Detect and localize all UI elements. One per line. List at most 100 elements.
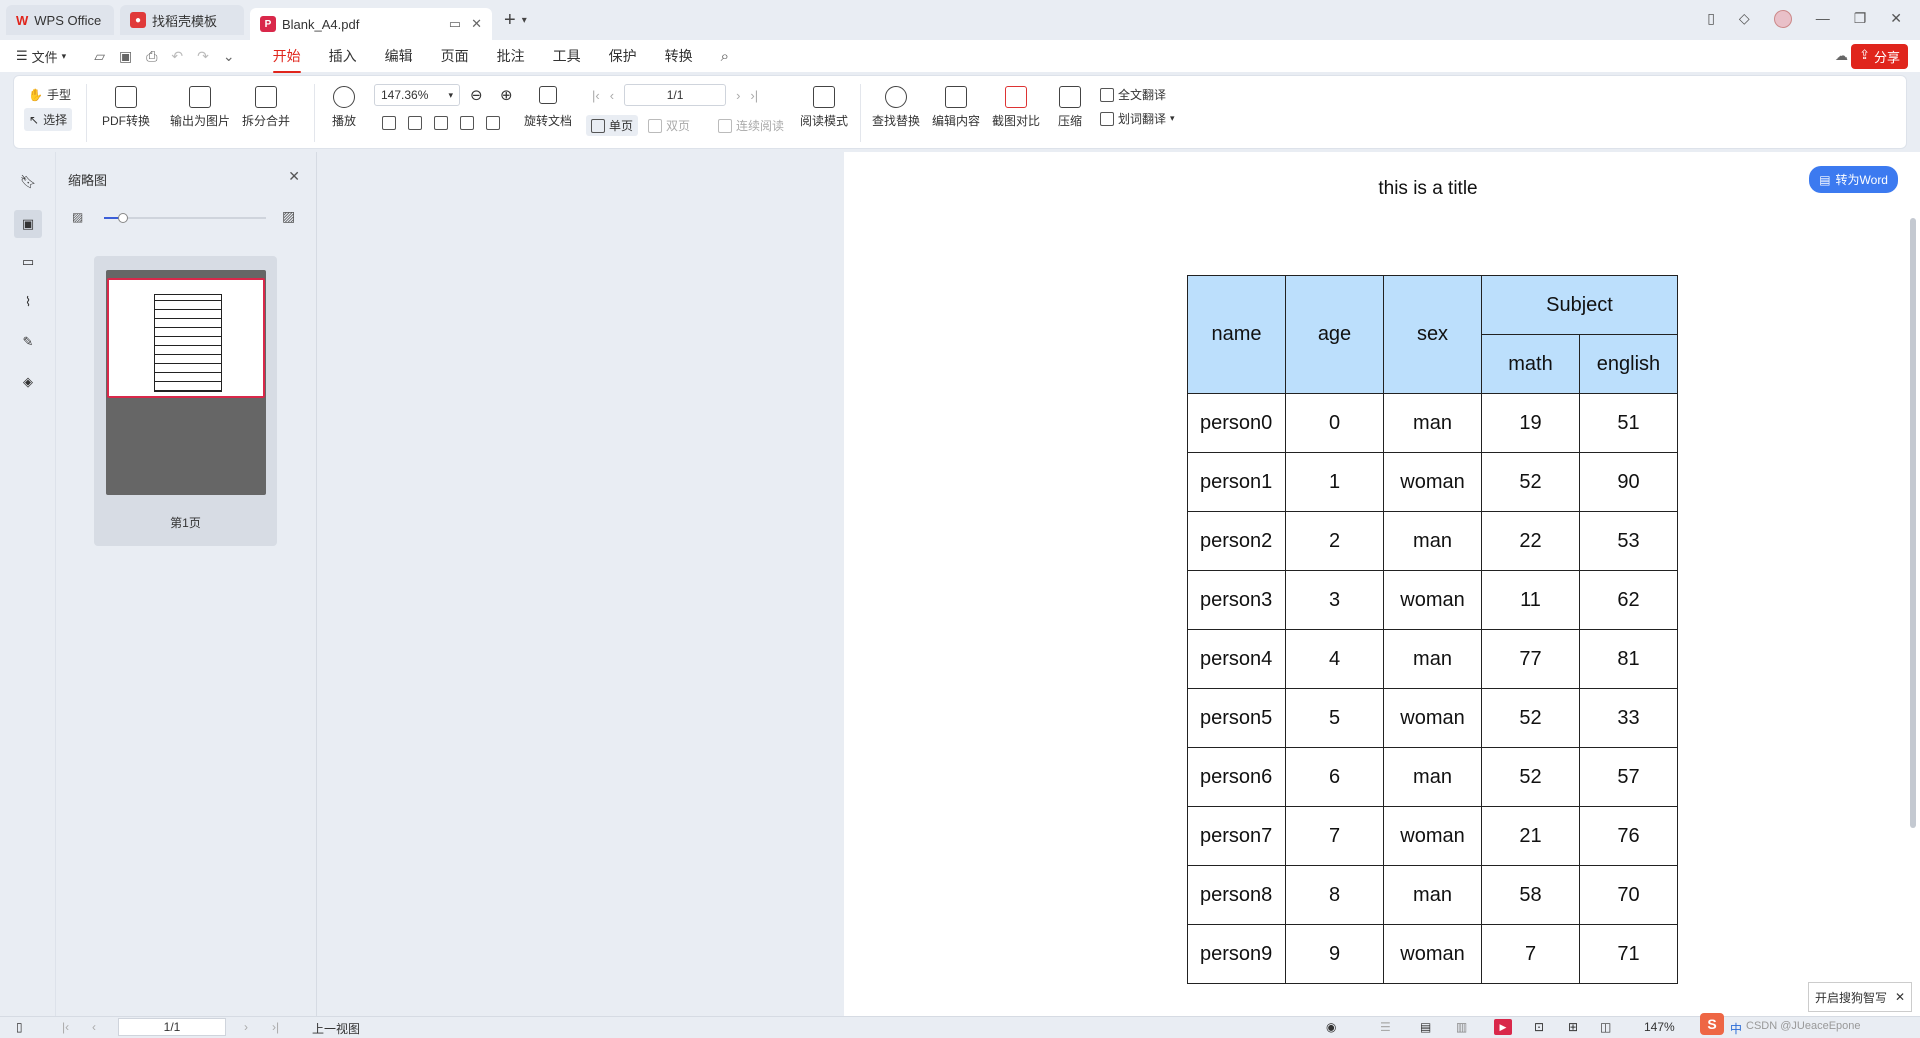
zoom-in-icon[interactable]: ⊕ (500, 86, 513, 104)
bookmark-icon[interactable]: 🔖︎ (18, 172, 38, 192)
menu-page[interactable]: 页面 (441, 46, 469, 66)
edit-content-button[interactable]: 编辑内容 (932, 86, 980, 129)
undo-icon[interactable]: ↶ (171, 48, 183, 65)
status-page-input[interactable]: 1/1 (118, 1018, 226, 1036)
next-page-icon[interactable]: › (244, 1020, 248, 1034)
continuous-read-button[interactable]: 连续阅读 (718, 117, 784, 134)
close-icon[interactable]: ✕ (1895, 990, 1905, 1004)
pdf-convert-button[interactable]: PDF转换 (102, 86, 150, 129)
menu-annotate[interactable]: 批注 (497, 46, 525, 66)
double-page-icon[interactable]: ▥ (1456, 1020, 1467, 1034)
print-icon[interactable]: ⎙ (146, 48, 157, 65)
select-tool-button[interactable]: ↖ 选择 (24, 108, 73, 131)
last-page-icon[interactable]: ›| (750, 88, 758, 103)
monitor-icon[interactable]: ▭ (449, 16, 461, 32)
sidebar-toggle-icon[interactable]: ▯ (16, 1020, 23, 1034)
cell-name: person7 (1187, 806, 1286, 866)
fit-page-icon[interactable] (408, 116, 422, 130)
cloud-icon[interactable]: ☁ (1835, 48, 1848, 64)
close-panel-icon[interactable]: ✕ (288, 168, 300, 185)
table-row: person6 6 man 52 57 (1187, 747, 1678, 807)
thumbnail-icon[interactable]: ▣ (14, 210, 42, 238)
menu-edit[interactable]: 编辑 (385, 46, 413, 66)
continuous-icon[interactable]: ☰ (1380, 1020, 1391, 1034)
single-page-button[interactable]: 单页 (586, 115, 639, 136)
tab-template[interactable]: ● 找稻壳模板 (120, 5, 244, 35)
layers-icon[interactable]: ◈ (18, 372, 38, 392)
cube-icon[interactable]: ◇ (1739, 10, 1750, 28)
tab-wps-office[interactable]: W WPS Office (6, 5, 114, 35)
cell-math: 21 (1481, 806, 1580, 866)
search-icon[interactable]: ⌕ (721, 48, 729, 65)
convert-to-word-button[interactable]: ▤ 转为Word (1809, 166, 1898, 193)
restore-icon[interactable]: ❐ (1854, 10, 1867, 28)
layout-icon[interactable]: ▯ (1707, 10, 1715, 28)
menu-insert[interactable]: 插入 (329, 46, 357, 66)
thumb-zoom-slider[interactable] (104, 213, 266, 223)
rotate-doc-button[interactable]: 旋转文档 (524, 86, 572, 129)
next-page-icon[interactable]: › (736, 88, 740, 103)
translate-icon (1100, 87, 1114, 102)
page-number-input[interactable]: 1/1 (624, 84, 727, 106)
zoom-out-icon[interactable]: ⊖ (470, 86, 483, 104)
word-translate-button[interactable]: 划词翻译 ▾ (1100, 110, 1175, 127)
first-page-icon[interactable]: |‹ (592, 88, 600, 103)
attachment-icon[interactable]: ⌇ (18, 292, 38, 312)
fit-width-icon[interactable] (434, 116, 448, 130)
comment-icon[interactable]: ▭ (18, 252, 38, 272)
open-folder-icon[interactable]: ▱ (94, 48, 105, 65)
zoom-select[interactable]: 147.36% ▾ (374, 84, 460, 106)
first-page-icon[interactable]: |‹ (62, 1020, 69, 1034)
redo-icon[interactable]: ↷ (197, 48, 209, 65)
cell-math: 22 (1481, 511, 1580, 571)
ime-lang[interactable]: 中 (1730, 1020, 1742, 1037)
thumbnail-card[interactable]: 第1页 (94, 256, 277, 546)
fit-page-icon[interactable]: ⊞ (1568, 1020, 1578, 1034)
menu-convert[interactable]: 转换 (665, 46, 693, 66)
rotate-left-icon[interactable] (460, 116, 474, 130)
slider-handle[interactable] (118, 213, 129, 223)
minimize-icon[interactable]: — (1816, 10, 1830, 28)
menu-protect[interactable]: 保护 (609, 46, 637, 66)
fit-width-icon[interactable]: ⊡ (1534, 1020, 1544, 1034)
close-tab-icon[interactable]: ✕ (471, 16, 482, 32)
export-image-button[interactable]: 输出为图片 (170, 86, 230, 129)
split-merge-button[interactable]: 拆分合并 (242, 86, 290, 129)
prev-page-icon[interactable]: ‹ (610, 88, 614, 103)
single-page-icon[interactable]: ▤ (1420, 1020, 1431, 1034)
read-mode-button[interactable]: 阅读模式 (800, 86, 848, 129)
sogou-ime-icon[interactable]: S (1700, 1013, 1724, 1035)
actual-size-icon[interactable] (382, 116, 396, 130)
find-replace-button[interactable]: 查找替换 (872, 86, 920, 129)
share-button[interactable]: ⇪ 分享 (1851, 44, 1908, 69)
ime-hint-popup[interactable]: 开启搜狗智写 ✕ (1808, 982, 1912, 1012)
new-tab-icon[interactable]: + (504, 9, 516, 32)
full-translate-button[interactable]: 全文翻译 (1100, 86, 1166, 103)
play-icon[interactable]: ▶ (1494, 1019, 1512, 1035)
save-icon[interactable]: ▣ (119, 48, 132, 65)
eye-icon[interactable]: ◉ (1326, 1020, 1336, 1034)
menu-start[interactable]: 开始 (272, 46, 301, 73)
menu-tools[interactable]: 工具 (553, 46, 581, 66)
chevron-down-icon: ▾ (448, 89, 453, 100)
compress-button[interactable]: 压缩 (1058, 86, 1082, 129)
prev-view-button[interactable]: 上一视图 (312, 1020, 360, 1037)
chevron-down-icon[interactable]: ▾ (522, 15, 527, 26)
double-page-button[interactable]: 双页 (648, 117, 690, 134)
prev-page-icon[interactable]: ‹ (92, 1020, 96, 1034)
last-page-icon[interactable]: ›| (272, 1020, 279, 1034)
actual-size-icon[interactable]: ◫ (1600, 1020, 1611, 1034)
cell-english: 33 (1579, 688, 1678, 748)
hand-tool-button[interactable]: ✋ 手型 (28, 86, 71, 103)
more-icon[interactable]: ⌄ (223, 48, 235, 65)
tab-document[interactable]: P Blank_A4.pdf ▭ ✕ (250, 8, 492, 40)
vertical-scrollbar[interactable] (1910, 218, 1916, 828)
signature-icon[interactable]: ✎ (18, 332, 38, 352)
avatar[interactable] (1773, 10, 1792, 28)
file-menu[interactable]: ☰ 文件 ▾ (16, 47, 66, 66)
screenshot-compare-button[interactable]: 截图对比 (992, 86, 1040, 129)
close-window-icon[interactable]: ✕ (1890, 10, 1902, 28)
rotate-right-icon[interactable] (486, 116, 500, 130)
play-button[interactable]: 播放 (332, 86, 356, 129)
zoom-level[interactable]: 147% (1644, 1020, 1675, 1034)
